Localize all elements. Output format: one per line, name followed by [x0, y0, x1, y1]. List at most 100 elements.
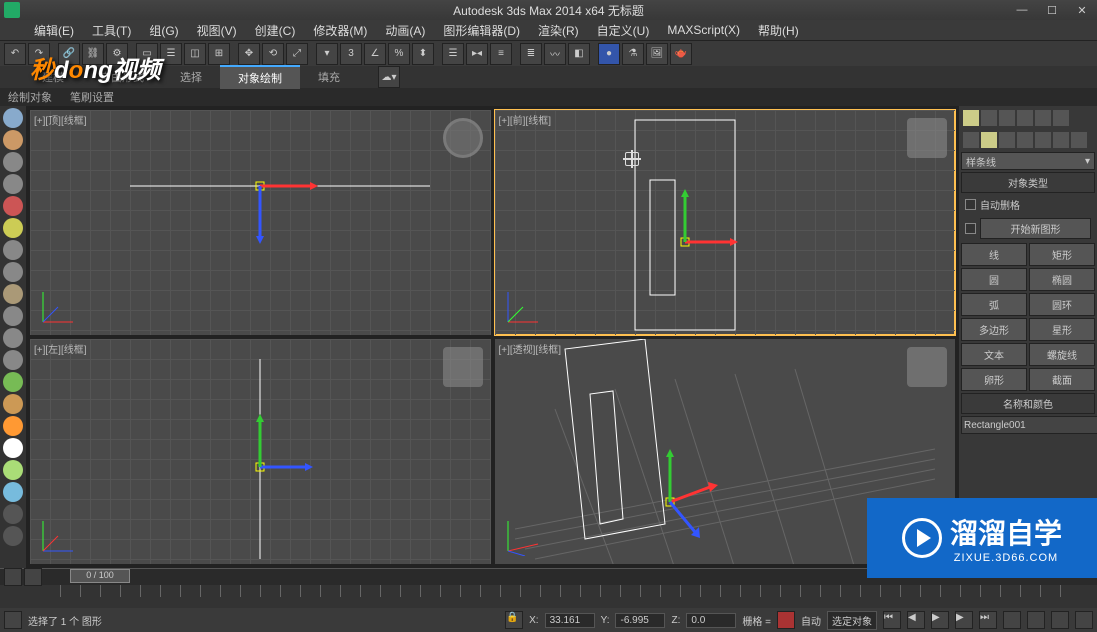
play-icon[interactable]: ▶ [931, 611, 949, 629]
auto-key-button[interactable] [777, 611, 795, 629]
lock-selection-icon[interactable]: 🔒 [505, 611, 523, 629]
arc-button[interactable]: 弧 [961, 293, 1027, 316]
menu-animation[interactable]: 动画(A) [377, 20, 433, 41]
menu-help[interactable]: 帮助(H) [750, 20, 807, 41]
helpers-icon[interactable] [1035, 132, 1051, 148]
star-button[interactable]: 星形 [1029, 318, 1095, 341]
text-button[interactable]: 文本 [961, 343, 1027, 366]
time-slider[interactable]: 0 / 100 [70, 569, 130, 583]
time-slider-row[interactable]: 0 / 100 [0, 569, 1097, 585]
schematic-button[interactable]: ◧ [568, 43, 590, 65]
name-color-header[interactable]: 名称和颜色 [961, 393, 1095, 414]
goto-start-icon[interactable]: ⏮ [883, 611, 901, 629]
display-tab-icon[interactable] [1035, 110, 1051, 126]
transform-gizmo[interactable] [685, 234, 686, 246]
key-mode-dropdown[interactable]: 选定对象 [827, 611, 877, 630]
select-button[interactable]: ▭ [136, 43, 158, 65]
lt-icon-2[interactable] [3, 130, 23, 150]
tab-object-paint[interactable]: 对象绘制 [220, 65, 300, 89]
lt-icon-14[interactable] [3, 394, 23, 414]
angle-snap-button[interactable]: ∠ [364, 43, 386, 65]
lt-icon-3[interactable] [3, 152, 23, 172]
unlink-button[interactable]: ⛓ [82, 43, 104, 65]
subtab-brush-settings[interactable]: 笔刷设置 [70, 89, 114, 105]
menu-edit[interactable]: 编辑(E) [26, 20, 82, 41]
subtab-paint-objects[interactable]: 绘制对象 [8, 89, 52, 105]
lt-icon-13[interactable] [3, 372, 23, 392]
cameras-icon[interactable] [1017, 132, 1033, 148]
z-coord-field[interactable]: 0.0 [686, 613, 736, 628]
tab-modeling[interactable]: 建模 [24, 66, 82, 88]
transform-gizmo[interactable] [670, 494, 671, 506]
link-button[interactable]: 🔗 [58, 43, 80, 65]
lt-icon-17[interactable] [3, 460, 23, 480]
transform-gizmo[interactable] [260, 178, 261, 190]
object-name-input[interactable] [961, 416, 1097, 434]
lt-icon-11[interactable] [3, 328, 23, 348]
lights-icon[interactable] [999, 132, 1015, 148]
menu-group[interactable]: 组(G) [141, 20, 186, 41]
lt-icon-1[interactable] [3, 108, 23, 128]
egg-button[interactable]: 卵形 [961, 368, 1027, 391]
viewport-top[interactable]: [+][顶][线框] [30, 110, 491, 335]
modify-tab-icon[interactable] [981, 110, 997, 126]
viewport-label[interactable]: [+][顶][线框] [34, 112, 87, 127]
bind-button[interactable]: ⚙ [106, 43, 128, 65]
viewcube-icon[interactable] [443, 118, 483, 158]
viewport-label[interactable]: [+][左][线框] [34, 341, 87, 356]
section-button[interactable]: 截面 [1029, 368, 1095, 391]
ellipse-button[interactable]: 椭圆 [1029, 268, 1095, 291]
mirror-button[interactable]: ▸◂ [466, 43, 488, 65]
lt-icon-9[interactable] [3, 284, 23, 304]
timeline-btn-1[interactable] [4, 568, 22, 586]
lt-icon-8[interactable] [3, 262, 23, 282]
motion-tab-icon[interactable] [1017, 110, 1033, 126]
lt-icon-12[interactable] [3, 350, 23, 370]
render-frame-button[interactable]: 🖼 [646, 43, 668, 65]
lt-icon-4[interactable] [3, 174, 23, 194]
spacewarps-icon[interactable] [1053, 132, 1069, 148]
maxscript-button[interactable] [4, 611, 22, 629]
viewport-nav-3[interactable] [1051, 611, 1069, 629]
select-region-button[interactable]: ◫ [184, 43, 206, 65]
percent-snap-button[interactable]: % [388, 43, 410, 65]
lt-icon-10[interactable] [3, 306, 23, 326]
lt-icon-19[interactable] [3, 504, 23, 524]
scale-button[interactable]: ⤢ [286, 43, 308, 65]
rectangle-button[interactable]: 矩形 [1029, 243, 1095, 266]
systems-icon[interactable] [1071, 132, 1087, 148]
viewport-nav-2[interactable] [1027, 611, 1045, 629]
goto-end-icon[interactable]: ⏭ [979, 611, 997, 629]
window-crossing-button[interactable]: ⊞ [208, 43, 230, 65]
menu-rendering[interactable]: 渲染(R) [530, 20, 587, 41]
circle-button[interactable]: 圆 [961, 268, 1027, 291]
donut-button[interactable]: 圆环 [1029, 293, 1095, 316]
curve-editor-button[interactable]: 〰 [544, 43, 566, 65]
tab-selection[interactable]: 选择 [162, 66, 220, 88]
geometry-icon[interactable] [963, 132, 979, 148]
select-name-button[interactable]: ☰ [160, 43, 182, 65]
tab-freeform[interactable]: 自由形式 [82, 66, 162, 88]
minimize-button[interactable]: — [1007, 0, 1037, 20]
prev-frame-icon[interactable]: ◀ [907, 611, 925, 629]
menu-graph-editors[interactable]: 图形编辑器(D) [435, 20, 528, 41]
object-type-header[interactable]: 对象类型 [961, 172, 1095, 193]
create-tab-icon[interactable] [963, 110, 979, 126]
spinner-snap-button[interactable]: ⬍ [412, 43, 434, 65]
layer-button[interactable]: ≣ [520, 43, 542, 65]
viewport-nav-4[interactable] [1075, 611, 1093, 629]
move-button[interactable]: ✥ [238, 43, 260, 65]
render-button[interactable]: 🫖 [670, 43, 692, 65]
autogrid-checkbox[interactable] [965, 199, 976, 210]
lt-icon-7[interactable] [3, 240, 23, 260]
helix-button[interactable]: 螺旋线 [1029, 343, 1095, 366]
start-new-shape-checkbox[interactable] [965, 223, 976, 234]
utilities-tab-icon[interactable] [1053, 110, 1069, 126]
menu-create[interactable]: 创建(C) [247, 20, 304, 41]
maximize-button[interactable]: ☐ [1037, 0, 1067, 20]
menu-tools[interactable]: 工具(T) [84, 20, 139, 41]
start-new-shape-button[interactable]: 开始新图形 [980, 218, 1091, 239]
menu-modifiers[interactable]: 修改器(M) [305, 20, 375, 41]
viewport-nav-1[interactable] [1003, 611, 1021, 629]
tab-populate[interactable]: 填充 [300, 66, 358, 88]
